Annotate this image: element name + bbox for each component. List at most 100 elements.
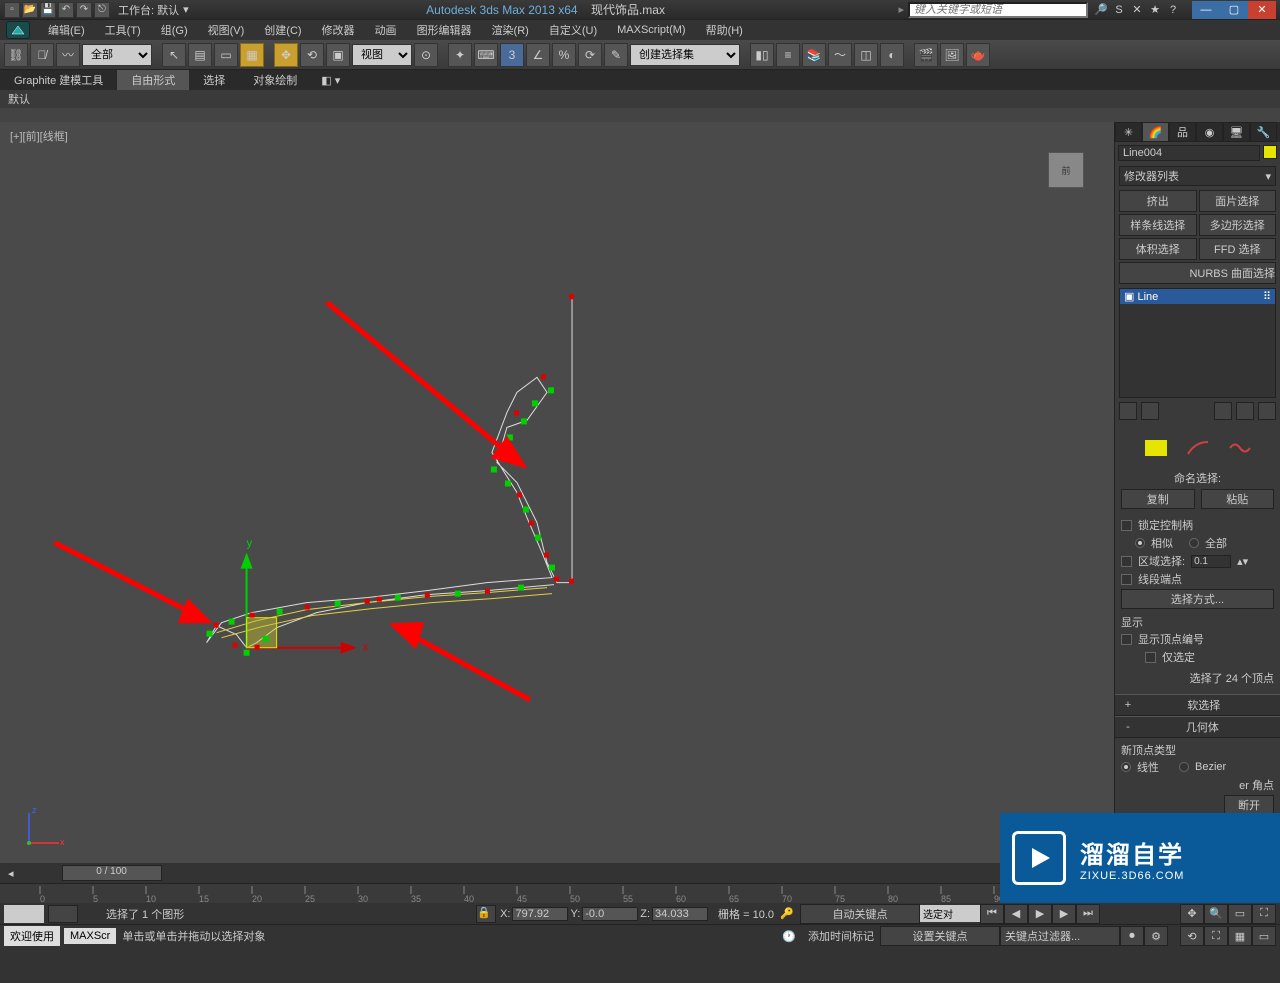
all-radio[interactable] — [1189, 538, 1199, 548]
utilities-tab-icon[interactable]: 🔧 — [1250, 122, 1277, 142]
percent-snap-icon[interactable]: % — [552, 43, 576, 67]
menu-graph[interactable]: 图形编辑器 — [407, 22, 482, 38]
align-icon[interactable]: ≡ — [776, 43, 800, 67]
key-icon[interactable]: S — [1112, 3, 1126, 17]
auto-key-button[interactable]: 自动关键点 — [800, 904, 920, 924]
z-coord-input[interactable] — [652, 907, 708, 921]
spline-select-button[interactable]: 样条线选择 — [1119, 214, 1197, 236]
orbit-icon[interactable]: ⟲ — [1180, 926, 1204, 946]
zoom-extents-icon[interactable]: ⛶ — [1252, 904, 1276, 924]
copy-button[interactable]: 复制 — [1121, 489, 1195, 509]
exchange-icon[interactable]: ✕ — [1130, 3, 1144, 17]
menu-tools[interactable]: 工具(T) — [95, 22, 151, 38]
create-tab-icon[interactable]: ✳ — [1115, 122, 1142, 142]
poly-select-button[interactable]: 多边形选择 — [1199, 214, 1277, 236]
material-editor-icon[interactable]: ◐ — [880, 43, 904, 67]
menu-create[interactable]: 创建(C) — [254, 22, 311, 38]
time-ruler[interactable]: 0510152025303540455055606570758085909510… — [0, 883, 1114, 903]
time-config-icon[interactable]: 🕐 — [782, 930, 802, 943]
rotate-icon[interactable]: ⟲ — [300, 43, 324, 67]
prev-frame-icon[interactable]: ◀ — [1004, 904, 1028, 924]
zoom-icon[interactable]: 🔍 — [1204, 904, 1228, 924]
binoculars-icon[interactable]: 🔎 — [1094, 3, 1108, 17]
next-frame-icon[interactable]: ▶ — [1052, 904, 1076, 924]
play-icon[interactable]: ▶ — [1028, 904, 1052, 924]
selected-only-checkbox[interactable] — [1145, 652, 1156, 663]
selection-filter[interactable]: 全部 — [82, 44, 152, 66]
segment-subobject-icon[interactable] — [1187, 440, 1209, 456]
menu-render[interactable]: 渲染(R) — [482, 22, 539, 38]
stack-item-line[interactable]: ▣ Line⠿ — [1120, 289, 1275, 304]
script-listener-icon[interactable] — [48, 905, 78, 923]
segment-end-checkbox[interactable] — [1121, 574, 1132, 585]
vertex-subobject-icon[interactable] — [1145, 440, 1167, 456]
display-tab-icon[interactable]: 🖥 — [1223, 122, 1250, 142]
window-crossing-icon[interactable]: ▦ — [240, 43, 264, 67]
nurbs-select-button[interactable]: NURBS 曲面选择 — [1119, 262, 1276, 284]
maximize-button[interactable]: ▢ — [1220, 1, 1248, 19]
render-setup-icon[interactable]: 🎬 — [914, 43, 938, 67]
angle-snap-icon[interactable]: ∠ — [526, 43, 550, 67]
curve-editor-icon[interactable]: 〜 — [828, 43, 852, 67]
select-by-button[interactable]: 选择方式... — [1121, 589, 1274, 609]
selected-filter[interactable]: 选定对 — [920, 905, 980, 922]
schematic-view-icon[interactable]: ◫ — [854, 43, 878, 67]
alike-radio[interactable] — [1135, 538, 1145, 548]
ribbon-tab-freeform[interactable]: 自由形式 — [117, 70, 189, 90]
max-toggle-icon[interactable]: ⛶ — [1204, 926, 1228, 946]
area-select-checkbox[interactable] — [1121, 556, 1132, 567]
soft-selection-rollout[interactable]: +软选择 — [1115, 695, 1280, 715]
keyboard-shortcut-icon[interactable]: ⌨ — [474, 43, 498, 67]
extrude-button[interactable]: 挤出 — [1119, 190, 1197, 212]
spinner-snap-icon[interactable]: ⟳ — [578, 43, 602, 67]
app-menu-icon[interactable] — [6, 21, 30, 39]
modifier-list-dropdown[interactable]: 修改器列表▾ — [1119, 166, 1276, 186]
time-slider[interactable]: 0 / 100 — [62, 865, 162, 881]
minimize-button[interactable]: — — [1192, 1, 1220, 19]
ribbon-tab-selection[interactable]: 选择 — [189, 70, 239, 90]
bind-spacewarp-icon[interactable]: 〰 — [56, 43, 80, 67]
modify-tab-icon[interactable]: 🌈 — [1142, 122, 1169, 142]
spline-subobject-icon[interactable] — [1229, 440, 1251, 456]
move-icon[interactable]: ✥ — [274, 43, 298, 67]
new-icon[interactable]: ▫ — [4, 2, 20, 18]
menu-views[interactable]: 视图(V) — [198, 22, 255, 38]
time-slider-bar[interactable]: ◂ 0 / 100 — [0, 863, 1114, 883]
geometry-rollout[interactable]: -几何体 — [1115, 717, 1280, 737]
object-color-swatch[interactable] — [1263, 145, 1277, 159]
ffd-select-button[interactable]: FFD 选择 — [1199, 238, 1277, 260]
layers-icon[interactable]: 📚 — [802, 43, 826, 67]
named-selection-set[interactable]: 创建选择集 — [630, 44, 740, 66]
zoom-region-icon[interactable]: ▭ — [1252, 926, 1276, 946]
snap-toggle-icon[interactable]: 3 — [500, 43, 524, 67]
render-icon[interactable]: 🫖 — [966, 43, 990, 67]
select-by-name-icon[interactable]: ▤ — [188, 43, 212, 67]
pin-stack-icon[interactable] — [1119, 402, 1137, 420]
link-icon[interactable]: ⎋ — [94, 2, 110, 18]
lock-handles-checkbox[interactable] — [1121, 520, 1132, 531]
motion-tab-icon[interactable]: ◉ — [1196, 122, 1223, 142]
edit-named-sel-icon[interactable]: ✎ — [604, 43, 628, 67]
object-name-field[interactable]: Line004 — [1118, 145, 1260, 161]
break-button[interactable]: 断开 — [1224, 795, 1274, 815]
key-mode-icon[interactable]: ⏺ — [1120, 926, 1144, 946]
hierarchy-tab-icon[interactable]: 品 — [1169, 122, 1196, 142]
unlink-icon[interactable]: ⛓̸ — [30, 43, 54, 67]
time-tag-icon[interactable]: 🔑 — [780, 907, 800, 920]
menu-modifiers[interactable]: 修改器 — [312, 22, 365, 38]
time-config-btn-icon[interactable]: ⚙ — [1144, 926, 1168, 946]
zoom-all-icon[interactable]: ▦ — [1228, 926, 1252, 946]
viewport[interactable]: [+][前][线框] 前 y x — [0, 122, 1114, 863]
select-object-icon[interactable]: ↖ — [162, 43, 186, 67]
pan-icon[interactable]: ✥ — [1180, 904, 1204, 924]
rendered-frame-icon[interactable]: 🖼 — [940, 43, 964, 67]
area-spinner[interactable]: 0.1 — [1191, 555, 1231, 568]
mirror-icon[interactable]: ▮▯ — [750, 43, 774, 67]
vol-select-button[interactable]: 体积选择 — [1119, 238, 1197, 260]
select-link-icon[interactable]: ⛓ — [4, 43, 28, 67]
show-vertex-numbers-checkbox[interactable] — [1121, 634, 1132, 645]
menu-custom[interactable]: 自定义(U) — [539, 22, 607, 38]
menu-edit[interactable]: 编辑(E) — [38, 22, 95, 38]
menu-group[interactable]: 组(G) — [151, 22, 198, 38]
remove-modifier-icon[interactable] — [1236, 402, 1254, 420]
